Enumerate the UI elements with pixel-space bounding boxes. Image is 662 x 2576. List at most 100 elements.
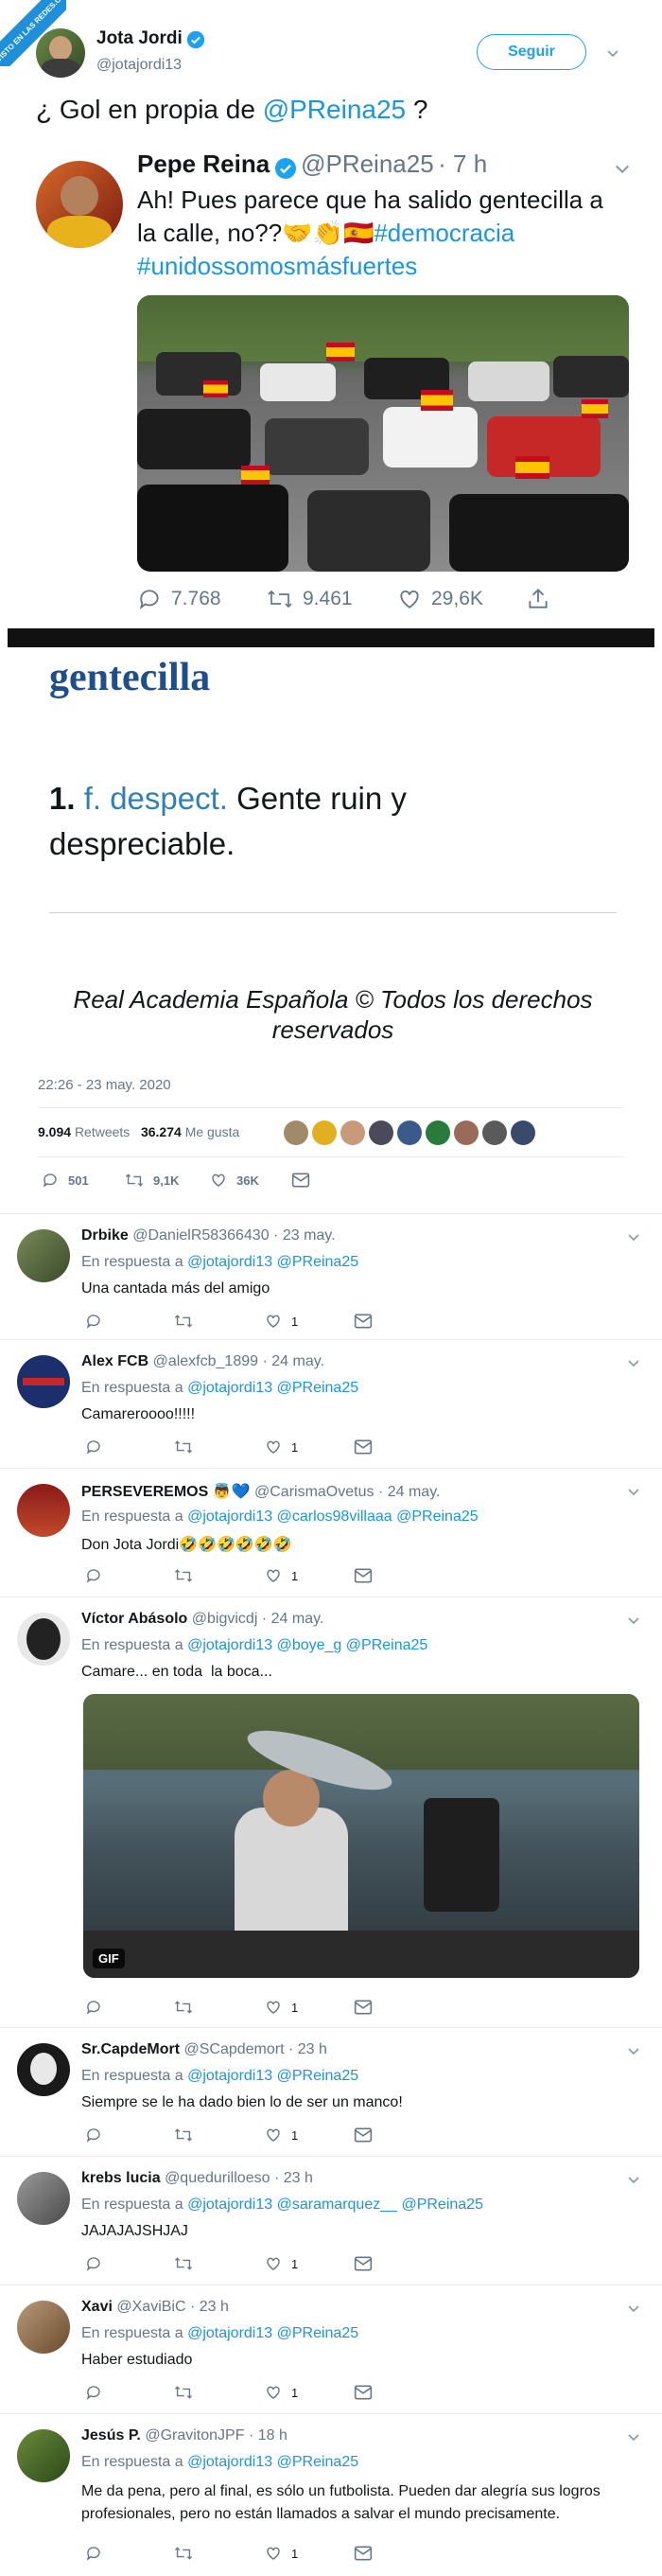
chevron-down-icon[interactable]	[626, 1613, 641, 1628]
reply-item[interactable]: Jesús P. @GravitonJPF · 18 h En respuest…	[0, 2413, 662, 2576]
reply-icon[interactable]	[85, 1438, 102, 1456]
reply-avatar[interactable]	[17, 1229, 70, 1282]
reply-handle[interactable]: @SCapdemort	[183, 2041, 284, 2057]
reply-avatar[interactable]	[17, 2429, 70, 2482]
author-avatar[interactable]	[36, 28, 85, 78]
reply-time[interactable]: · 24 may.	[262, 1353, 324, 1369]
hashtag-unidos[interactable]: #unidossomosmásfuertes	[137, 252, 417, 280]
reply-time[interactable]: · 23 h	[288, 2041, 327, 2057]
reply-name[interactable]: Víctor Abásolo	[81, 1611, 187, 1627]
main-reply-action[interactable]: 501	[42, 1172, 89, 1189]
main-like-action[interactable]: 36K	[210, 1172, 259, 1189]
reply-mentions[interactable]: @jotajordi13 @PReina25	[187, 2325, 358, 2341]
author-handle[interactable]: @jotajordi13	[96, 57, 182, 74]
reply-handle[interactable]: @XaviBiC	[116, 2299, 185, 2315]
reply-name[interactable]: Alex FCB	[81, 1353, 148, 1369]
reply-time[interactable]: · 24 may.	[262, 1611, 324, 1627]
reply-name[interactable]: PERSEVEREMOS 👼💙	[81, 1484, 251, 1500]
retweet-icon[interactable]	[174, 1567, 193, 1584]
reply-time[interactable]: · 23 h	[190, 2299, 229, 2315]
reply-action[interactable]: 7.768	[137, 587, 221, 611]
quoted-time[interactable]: · 7 h	[438, 150, 487, 178]
reply-time[interactable]: · 23 may.	[273, 1227, 336, 1244]
liker-avatar[interactable]	[340, 1120, 365, 1145]
reply-item[interactable]: krebs lucia @quedurilloeso · 23 h En res…	[0, 2156, 662, 2285]
reply-icon[interactable]	[85, 2545, 102, 2562]
reply-mentions[interactable]: @jotajordi13 @PReina25	[187, 1380, 358, 1396]
likes-count[interactable]: 36.274	[141, 1124, 182, 1139]
tweet-mention[interactable]: @PReina25	[263, 95, 406, 124]
message-icon[interactable]	[354, 2384, 373, 2401]
reply-icon[interactable]	[85, 1999, 102, 2016]
retweets-label[interactable]: Retweets	[75, 1124, 130, 1139]
reply-time[interactable]: · 24 may.	[378, 1484, 441, 1500]
reply-item[interactable]: Sr.CapdeMort @SCapdemort · 23 h En respu…	[0, 2027, 662, 2156]
message-icon[interactable]	[354, 2255, 373, 2272]
reply-avatar[interactable]	[17, 1484, 70, 1537]
message-icon[interactable]	[354, 1438, 373, 1456]
reply-name[interactable]: Sr.CapdeMort	[81, 2041, 180, 2057]
reply-item[interactable]: Drbike @DanielR58366430 · 23 may. En res…	[0, 1213, 662, 1339]
chevron-down-icon[interactable]	[626, 2301, 641, 2316]
reply-mentions[interactable]: @jotajordi13 @boye_g @PReina25	[187, 1637, 427, 1653]
reply-name[interactable]: krebs lucia	[81, 2170, 161, 2186]
reply-mentions[interactable]: @jotajordi13 @PReina25	[187, 2068, 358, 2084]
retweet-action[interactable]: 9.461	[267, 587, 353, 611]
quoted-name[interactable]: Pepe Reina	[137, 150, 270, 178]
gif-media[interactable]: GIF	[83, 1694, 639, 1978]
reply-mentions[interactable]: @jotajordi13 @saramarquez__ @PReina25	[187, 2197, 483, 2213]
reply-mentions[interactable]: @jotajordi13 @PReina25	[187, 2454, 358, 2470]
quoted-avatar[interactable]	[36, 161, 123, 248]
likes-label[interactable]: Me gusta	[185, 1124, 240, 1139]
reply-icon[interactable]	[85, 1313, 102, 1330]
reply-item[interactable]: Víctor Abásolo @bigvicdj · 24 may. En re…	[0, 1597, 662, 2027]
hashtag-democracia[interactable]: #democracia	[374, 219, 514, 247]
like-action[interactable]: 29,6K	[397, 587, 483, 611]
reply-avatar[interactable]	[17, 2043, 70, 2096]
liker-avatar[interactable]	[426, 1120, 450, 1145]
liker-avatar[interactable]	[369, 1120, 393, 1145]
reply-name[interactable]: Drbike	[81, 1227, 129, 1244]
retweets-count[interactable]: 9.094	[38, 1124, 71, 1139]
reply-icon[interactable]	[85, 2255, 102, 2272]
retweet-icon[interactable]	[174, 1313, 193, 1330]
reply-like-action[interactable]: 1	[265, 1567, 298, 1584]
chevron-down-icon[interactable]	[626, 2429, 641, 2444]
reply-avatar[interactable]	[17, 1613, 70, 1666]
main-retweet-action[interactable]: 9,1K	[125, 1172, 179, 1189]
reply-handle[interactable]: @alexfcb_1899	[153, 1353, 258, 1369]
liker-avatar[interactable]	[284, 1120, 308, 1145]
reply-item[interactable]: Xavi @XaviBiC · 23 h En respuesta a @jot…	[0, 2285, 662, 2413]
retweet-icon[interactable]	[174, 2126, 193, 2144]
reply-mentions[interactable]: @jotajordi13 @PReina25	[187, 1254, 358, 1270]
chevron-down-icon[interactable]	[626, 2172, 641, 2187]
reply-like-action[interactable]: 1	[265, 1438, 298, 1456]
reply-like-action[interactable]: 1	[265, 2255, 298, 2272]
retweet-icon[interactable]	[174, 2384, 193, 2401]
chevron-down-icon[interactable]	[626, 2043, 641, 2058]
reply-item[interactable]: Alex FCB @alexfcb_1899 · 24 may. En resp…	[0, 1339, 662, 1468]
liker-avatar[interactable]	[454, 1120, 479, 1145]
message-icon[interactable]	[354, 1567, 373, 1584]
tweet-timestamp[interactable]: 22:26 - 23 may. 2020	[38, 1077, 171, 1093]
quoted-photo[interactable]	[137, 295, 629, 572]
liker-avatar[interactable]	[397, 1120, 422, 1145]
reply-like-action[interactable]: 1	[265, 2126, 298, 2144]
reply-like-action[interactable]: 1	[265, 1999, 298, 2016]
chevron-down-icon[interactable]	[626, 1484, 641, 1499]
chevron-down-icon[interactable]	[613, 159, 632, 178]
reply-avatar[interactable]	[17, 2172, 70, 2225]
reply-handle[interactable]: @GravitonJPF	[145, 2427, 244, 2444]
liker-avatar[interactable]	[312, 1120, 337, 1145]
follow-button[interactable]: Seguir	[477, 34, 586, 70]
reply-icon[interactable]	[85, 1567, 102, 1584]
message-icon[interactable]	[354, 1999, 373, 2016]
liker-avatar[interactable]	[482, 1120, 507, 1145]
message-icon[interactable]	[354, 1313, 373, 1330]
reply-icon[interactable]	[85, 2384, 102, 2401]
chevron-down-icon[interactable]	[626, 1229, 641, 1244]
chevron-down-icon[interactable]	[626, 1355, 641, 1370]
retweet-icon[interactable]	[174, 1438, 193, 1456]
chevron-down-icon[interactable]	[605, 45, 620, 61]
liker-avatar[interactable]	[511, 1120, 535, 1145]
